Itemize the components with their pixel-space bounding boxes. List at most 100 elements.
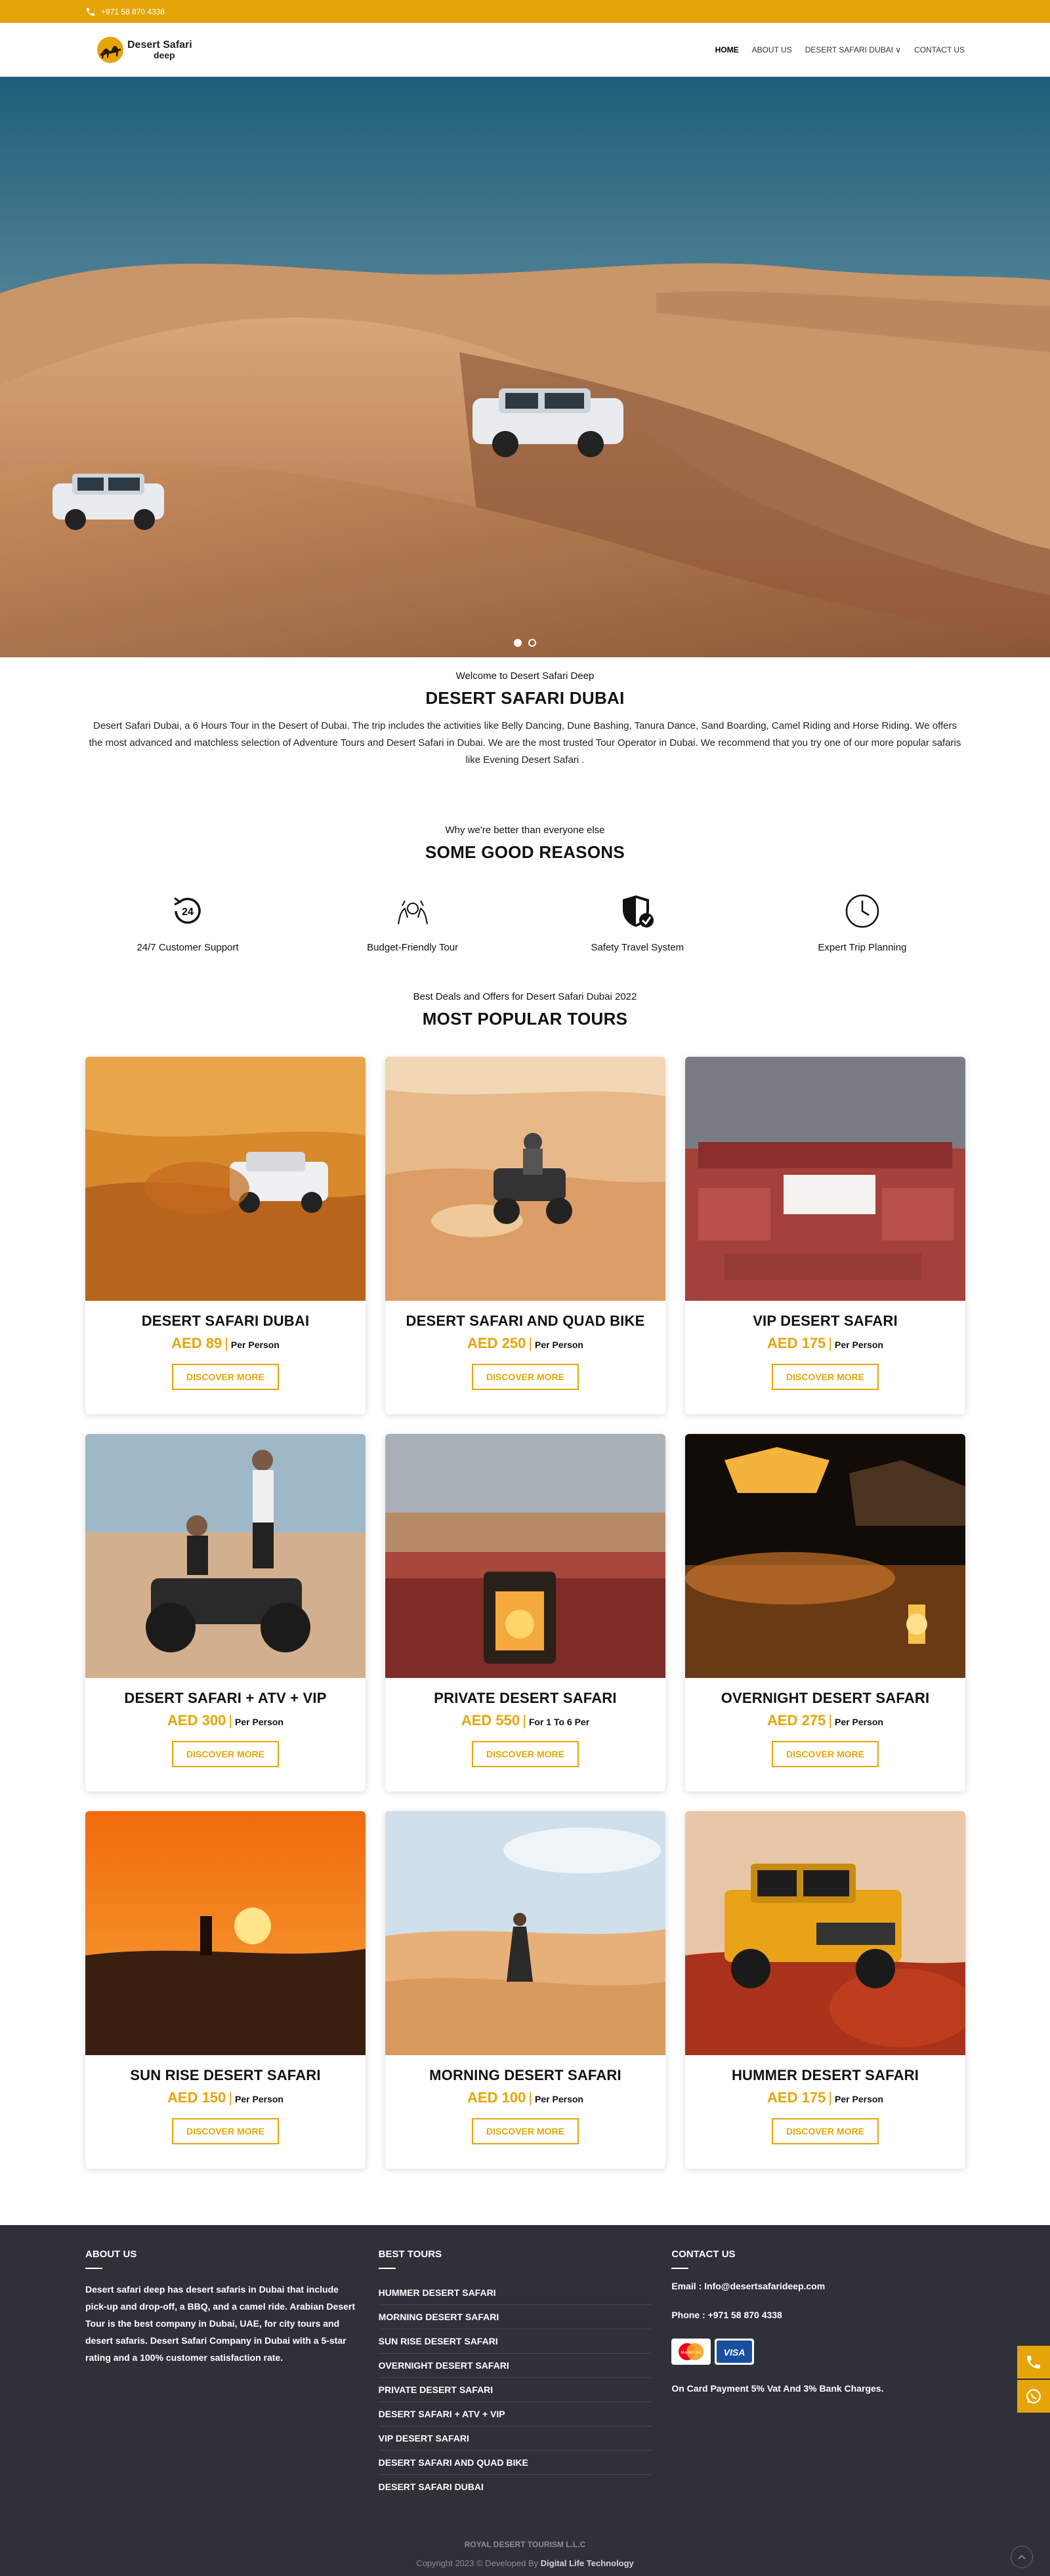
discover-more-button[interactable]: DISCOVER MORE [171, 1741, 279, 1767]
tour-card: MORNING DESERT SAFARI AED 100 | Per Person… [385, 1811, 665, 2169]
footer-divider [378, 2268, 396, 2269]
tour-name: VIP DESERT SAFARI [753, 1313, 898, 1329]
quad-bike-image[interactable] [385, 1057, 665, 1301]
site-header: Desert Safari deep HOME ABOUT US DESERT … [0, 23, 1050, 77]
floating-whatsapp-button[interactable] [1017, 2380, 1050, 2413]
tour-price: AED 150 [167, 2089, 226, 2106]
footer-about-text: Desert safari deep has desert safaris in… [85, 2284, 356, 2363]
tour-card: OVERNIGHT DESERT SAFARI AED 275 | Per Pers… [685, 1434, 965, 1791]
discover-more-button[interactable]: DISCOVER MORE [171, 1364, 279, 1390]
discover-more-button[interactable]: DISCOVER MORE [471, 1741, 579, 1767]
night-camp-image[interactable] [685, 1434, 965, 1678]
vip-camp-image[interactable] [685, 1057, 965, 1301]
footer-phone[interactable]: Phone : +971 58 870 4338 [671, 2310, 945, 2320]
tour-per: Per Person [230, 1339, 280, 1350]
reasons-section: Why we're better than everyone else SOME… [0, 825, 1050, 953]
popular-tours-section: Best Deals and Offers for Desert Safari … [0, 991, 1050, 2188]
reason-label: Expert Trip Planning [818, 942, 907, 953]
footer-about: ABOUT US Desert safari deep has desert s… [85, 2249, 359, 2499]
tour-name: SUN RISE DESERT SAFARI [130, 2067, 321, 2083]
tour-price: AED 175 [767, 2089, 826, 2106]
phone-icon [87, 7, 94, 16]
discover-more-button[interactable]: DISCOVER MORE [771, 1741, 879, 1767]
tours-grid: DESERT SAFARI DUBAI AED 89 | Per Person DI… [0, 1057, 1050, 2188]
tour-price: AED 550 [461, 1712, 520, 1728]
reason-label: 24/7 Customer Support [136, 942, 239, 953]
footer-tour-link[interactable]: SUN RISE DESERT SAFARI [378, 2329, 652, 2354]
tour-card: DESERT SAFARI + ATV + VIP AED 300 | Per Pe… [85, 1434, 366, 1791]
reason-safety: Safety Travel System [565, 891, 709, 953]
lantern-camp-image[interactable] [385, 1434, 665, 1678]
footer-about-title: ABOUT US [85, 2249, 137, 2260]
logo-subtitle: deep [154, 50, 175, 61]
site-logo[interactable]: Desert Safari deep [96, 35, 192, 64]
tour-name: MORNING DESERT SAFARI [429, 2067, 621, 2083]
welcome-section: Welcome to Desert Safari Deep DESERT SAF… [0, 657, 1050, 769]
footer-tour-link[interactable]: HUMMER DESERT SAFARI [378, 2281, 652, 2305]
footer-tour-link[interactable]: VIP DESERT SAFARI [378, 2426, 652, 2451]
discover-more-button[interactable]: DISCOVER MORE [771, 1364, 879, 1390]
mastercard-icon: MasterCard [671, 2339, 711, 2365]
top-bar: +971 58 870 4338 [0, 0, 1050, 23]
reason-budget: Budget-Friendly Tour [341, 891, 485, 953]
discover-more-button[interactable]: DISCOVER MORE [171, 2118, 279, 2144]
scroll-to-top-button[interactable] [1011, 2546, 1033, 2568]
tour-name: OVERNIGHT DESERT SAFARI [721, 1690, 930, 1706]
reasons-title: SOME GOOD REASONS [425, 842, 625, 862]
morning-walk-image[interactable] [385, 1811, 665, 2055]
welcome-text: Desert Safari Dubai, a 6 Hours Tour in t… [89, 720, 961, 766]
tour-price: AED 275 [767, 1712, 826, 1728]
nav-about-us[interactable]: ABOUT US [752, 45, 792, 54]
nav-desert-safari-dubai[interactable]: DESERT SAFARI DUBAI ∨ [805, 45, 901, 54]
discover-more-button[interactable]: DISCOVER MORE [771, 2118, 879, 2144]
hummer-image[interactable] [685, 1811, 965, 2055]
tour-per: Per Person [835, 1717, 883, 1727]
nav-contact-us[interactable]: CONTACT US [914, 45, 965, 54]
footer-copyright: Copyright 2023 © Developed By [416, 2558, 539, 2568]
footer-email[interactable]: Email : Info@desertsafarideep.com [671, 2281, 945, 2291]
payment-cards: MasterCard VISA [671, 2339, 945, 2365]
main-nav: HOME ABOUT US DESERT SAFARI DUBAI ∨ CONT… [715, 45, 965, 54]
discover-more-button[interactable]: DISCOVER MORE [471, 1364, 579, 1390]
floating-call-button[interactable] [1017, 2346, 1050, 2379]
footer-tour-link[interactable]: DESERT SAFARI DUBAI [379, 2475, 652, 2499]
footer-tour-link[interactable]: MORNING DESERT SAFARI [378, 2305, 652, 2329]
tour-name: HUMMER DESERT SAFARI [731, 2067, 919, 2083]
slider-dot-1[interactable] [514, 639, 522, 647]
tour-per: For 1 To 6 Per [528, 1717, 590, 1727]
hero-slider[interactable] [0, 77, 1050, 657]
footer-contact-title: CONTACT US [671, 2249, 736, 2260]
footer-tour-link[interactable]: DESERT SAFARI + ATV + VIP [378, 2402, 652, 2426]
footer-tour-link[interactable]: PRIVATE DESERT SAFARI [378, 2378, 652, 2402]
budget-hands-icon [397, 900, 428, 925]
reasons-eyebrow: Why we're better than everyone else [445, 825, 605, 836]
discover-more-button[interactable]: DISCOVER MORE [471, 2118, 579, 2144]
footer-tour-link[interactable]: DESERT SAFARI AND QUAD BIKE [378, 2451, 652, 2475]
whatsapp-icon [1026, 2389, 1041, 2403]
tour-price: AED 175 [767, 1335, 826, 1351]
footer-best-tours-title: BEST TOURS [378, 2249, 442, 2260]
footer-tour-link[interactable]: OVERNIGHT DESERT SAFARI [378, 2354, 652, 2378]
footer-divider [671, 2268, 689, 2269]
footer-divider [85, 2268, 102, 2269]
footer-best-tours: BEST TOURS HUMMER DESERT SAFARI MORNING … [378, 2249, 652, 2499]
topbar-phone[interactable]: +971 58 870 4338 [101, 7, 165, 16]
slider-dot-2[interactable] [528, 639, 536, 647]
sunrise-image[interactable] [85, 1811, 366, 2055]
nav-home[interactable]: HOME [715, 45, 739, 54]
atv-couple-image[interactable] [85, 1434, 366, 1678]
tour-price: AED 250 [467, 1335, 526, 1351]
site-footer: ABOUT US Desert safari deep has desert s… [0, 2225, 1050, 2576]
tour-card: SUN RISE DESERT SAFARI AED 150 | Per Perso… [85, 1811, 366, 2169]
footer-developer-link[interactable]: Digital Life Technology [541, 2558, 634, 2568]
camel-logo-icon [97, 37, 123, 63]
tour-price: AED 300 [167, 1712, 226, 1728]
hero-desert-image [0, 77, 1050, 657]
desert-suv-image[interactable] [85, 1057, 366, 1301]
tour-card: PRIVATE DESERT SAFARI AED 550 | For 1 To 6… [385, 1434, 665, 1791]
reason-planning: Expert Trip Planning [790, 891, 934, 953]
tour-name: DESERT SAFARI AND QUAD BIKE [406, 1313, 645, 1329]
tour-name: PRIVATE DESERT SAFARI [434, 1690, 617, 1706]
mastercard-label: MasterCard [681, 2351, 702, 2355]
visa-label: VISA [724, 2347, 746, 2358]
